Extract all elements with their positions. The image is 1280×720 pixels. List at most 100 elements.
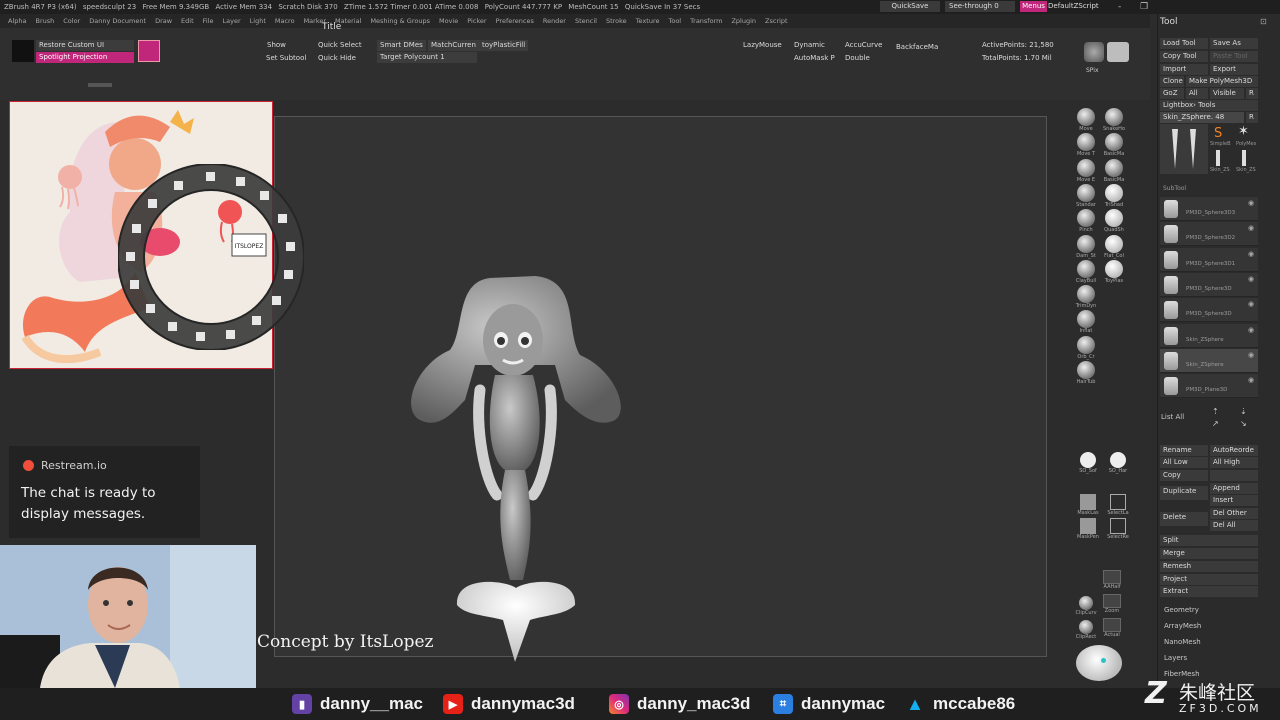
- delete-button[interactable]: Delete: [1160, 512, 1208, 526]
- project-menu[interactable]: Project: [1160, 574, 1258, 585]
- visibility-eye-icon[interactable]: ◉: [1248, 326, 1254, 334]
- brush-button[interactable]: SnakeHo: [1102, 108, 1126, 132]
- subtool-move-down-icon[interactable]: ↘: [1240, 419, 1247, 428]
- subtool-item[interactable]: Skin_ZSphere ◉: [1160, 348, 1258, 373]
- brush-button[interactable]: Move E: [1074, 158, 1098, 183]
- menu-item[interactable]: Preferences: [496, 14, 534, 28]
- instagram-handle[interactable]: ◎ danny_mac3d: [609, 688, 750, 720]
- color-swatch[interactable]: [12, 40, 34, 62]
- collapse-icon[interactable]: ⊡: [1260, 17, 1267, 26]
- menu-item[interactable]: Color: [63, 14, 80, 28]
- del-other-button[interactable]: Del Other: [1210, 508, 1258, 519]
- smart-dmes-button[interactable]: Smart DMes: [377, 40, 426, 51]
- menu-item[interactable]: Danny Document: [89, 14, 146, 28]
- brush-button[interactable]: ClayBuil: [1074, 259, 1098, 284]
- so-hard-brush[interactable]: SO_Har: [1106, 452, 1130, 474]
- target-polycount-slider[interactable]: Target Polycount 1: [377, 52, 477, 63]
- duplicate-button[interactable]: Duplicate: [1160, 486, 1208, 500]
- save-as-button[interactable]: Save As: [1210, 38, 1258, 49]
- list-all-button[interactable]: List All: [1161, 413, 1184, 421]
- subtool-arrow-up-icon[interactable]: ⇡: [1212, 407, 1219, 416]
- subtool-arrow-down-icon[interactable]: ⇣: [1240, 407, 1247, 416]
- artstation-handle[interactable]: ▲ mccabe86: [905, 688, 1015, 720]
- accucurve-button[interactable]: AccuCurve: [845, 40, 882, 51]
- simple-brush-icon[interactable]: S: [1214, 126, 1222, 141]
- mask-pen-brush[interactable]: MaskPen: [1076, 518, 1100, 540]
- mask-lasso-brush[interactable]: MaskLas: [1076, 494, 1100, 516]
- navigation-sphere[interactable]: [1076, 645, 1122, 681]
- zoom-button[interactable]: Zoom: [1100, 594, 1124, 614]
- menu-item[interactable]: Zscript: [765, 14, 788, 28]
- mermaid-sculpt[interactable]: [395, 270, 635, 665]
- actual-button[interactable]: Actual: [1100, 618, 1124, 638]
- goz-all-button[interactable]: All: [1186, 88, 1208, 99]
- brush-button[interactable]: BasicMa: [1102, 133, 1126, 157]
- merge-menu[interactable]: Merge: [1160, 548, 1258, 559]
- lightbox-tools-button[interactable]: Lightbox› Tools: [1160, 100, 1258, 111]
- brush-button[interactable]: Flat_Col: [1102, 234, 1126, 259]
- brush-button[interactable]: Move: [1074, 108, 1098, 132]
- auto-reorder-button[interactable]: AutoReorde: [1210, 445, 1258, 456]
- visibility-eye-icon[interactable]: ◉: [1248, 250, 1254, 258]
- visibility-eye-icon[interactable]: ◉: [1248, 275, 1254, 283]
- copy-button[interactable]: Copy: [1160, 470, 1208, 481]
- current-tool-thumbnail[interactable]: [1160, 124, 1208, 174]
- brush-button[interactable]: BasicMa: [1102, 158, 1126, 183]
- see-through-slider[interactable]: See-through 0: [945, 1, 1015, 12]
- brush-button[interactable]: Dam_St: [1074, 234, 1098, 259]
- layers-menu[interactable]: Layers: [1164, 654, 1187, 662]
- twitch-handle[interactable]: ▮ danny__mac: [292, 688, 423, 720]
- menu-item[interactable]: Movie: [439, 14, 458, 28]
- brush-button[interactable]: TriShad: [1102, 183, 1126, 208]
- brush-button[interactable]: QuadSh: [1102, 209, 1126, 233]
- visibility-eye-icon[interactable]: ◉: [1248, 224, 1254, 232]
- clip-curve-brush[interactable]: ClipCurv: [1074, 596, 1098, 616]
- subtool-item[interactable]: Skin_ZSphere ◉: [1160, 323, 1258, 348]
- menu-item[interactable]: Light: [250, 14, 266, 28]
- all-low-button[interactable]: All Low: [1160, 457, 1208, 468]
- insert-button[interactable]: Insert: [1210, 495, 1258, 506]
- goz-button[interactable]: GoZ: [1160, 88, 1184, 99]
- polymesh-star-icon[interactable]: ✶: [1238, 124, 1249, 139]
- select-rect-brush[interactable]: SelectRe: [1106, 518, 1130, 540]
- import-button[interactable]: Import: [1160, 64, 1208, 75]
- skin-zsphere-thumb[interactable]: [1216, 150, 1220, 166]
- brush-button[interactable]: HairTub: [1074, 361, 1098, 385]
- backface-mask-button[interactable]: BackfaceMa: [896, 42, 938, 53]
- spix-swatch[interactable]: [1107, 42, 1129, 62]
- quick-hide-button[interactable]: Quick Hide: [318, 53, 356, 64]
- menus-toggle[interactable]: Menus: [1020, 1, 1047, 12]
- menu-item[interactable]: Picker: [467, 14, 486, 28]
- default-zscript-button[interactable]: DefaultZScript: [1048, 1, 1110, 12]
- scroll-handle[interactable]: [88, 83, 112, 87]
- lazymouse-button[interactable]: LazyMouse: [743, 40, 782, 51]
- quick-select-button[interactable]: Quick Select: [318, 40, 362, 51]
- brush-button[interactable]: ToyPlas: [1102, 259, 1126, 284]
- radial-lightbox-menu[interactable]: [118, 164, 304, 350]
- double-button[interactable]: Double: [845, 53, 870, 64]
- spotlight-icon[interactable]: [138, 40, 160, 62]
- quicksave-button[interactable]: QuickSave: [880, 1, 940, 12]
- subtool-item[interactable]: PM3D_Sphere3D2 ◉: [1160, 222, 1258, 247]
- copy-tool-button[interactable]: Copy Tool: [1160, 51, 1208, 62]
- dannymac-handle[interactable]: ⌗ dannymac: [773, 688, 885, 720]
- menu-item[interactable]: Brush: [35, 14, 54, 28]
- bpr-icon[interactable]: [1084, 42, 1104, 62]
- window-controls[interactable]: - ❐ ✕: [1118, 0, 1158, 26]
- brush-button[interactable]: Orb_Cr: [1074, 335, 1098, 360]
- load-tool-button[interactable]: Load Tool: [1160, 38, 1208, 49]
- menu-item[interactable]: Zplugin: [731, 14, 756, 28]
- show-button[interactable]: Show: [267, 40, 286, 51]
- restore-custom-ui-button[interactable]: Restore Custom UI: [36, 40, 134, 51]
- rename-button[interactable]: Rename: [1160, 445, 1208, 456]
- tool-r-button[interactable]: R: [1246, 112, 1258, 123]
- arraymesh-menu[interactable]: ArrayMesh: [1164, 622, 1201, 630]
- toy-plastic-fill-button[interactable]: toyPlasticFill: [479, 40, 529, 51]
- subtool-item[interactable]: PM3D_Sphere3D ◉: [1160, 298, 1258, 323]
- so-soft-brush[interactable]: SO_Sof: [1076, 452, 1100, 474]
- clip-rect-brush[interactable]: ClipRect: [1074, 620, 1098, 640]
- set-subtool-button[interactable]: Set Subtool: [266, 53, 306, 64]
- menu-item[interactable]: Stroke: [606, 14, 627, 28]
- menu-item[interactable]: Meshing & Groups: [370, 14, 430, 28]
- menu-item[interactable]: Render: [543, 14, 566, 28]
